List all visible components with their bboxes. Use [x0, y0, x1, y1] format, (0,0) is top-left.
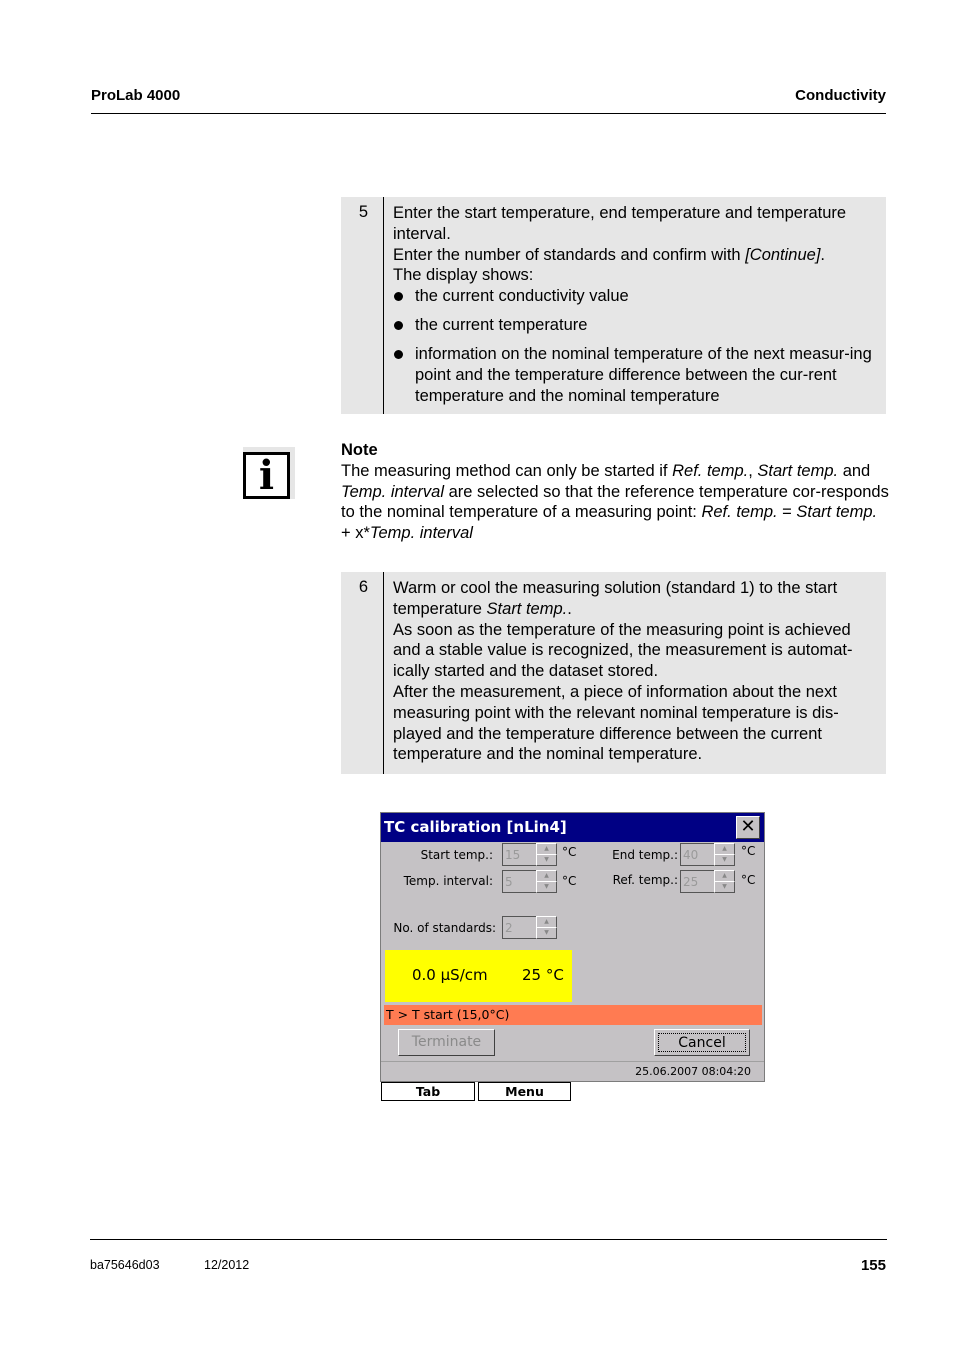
footer-date: 12/2012: [204, 1258, 250, 1272]
cancel-label: Cancel: [658, 1033, 746, 1052]
status-message: T > T start (15,0°C): [384, 1005, 762, 1025]
start-temp-spinner[interactable]: 15 ▲ ▼: [502, 843, 557, 866]
dialog-title: TC calibration [nLin4]: [381, 813, 764, 842]
measurement-readout: 0.0 µS/cm 25 °C: [385, 950, 572, 1002]
info-icon: i: [243, 447, 295, 499]
end-temp-field[interactable]: 40: [680, 843, 715, 866]
step-text: As soon as the temperature of the measur…: [393, 620, 853, 681]
temp-interval-field[interactable]: 5: [502, 870, 537, 893]
list-item: information on the nominal temperature o…: [393, 344, 878, 406]
step-5: 5 Enter the start temperature, end tempe…: [341, 197, 886, 414]
close-icon: ✕: [740, 816, 756, 837]
spin-down-icon[interactable]: ▼: [536, 927, 557, 939]
start-temp-field[interactable]: 15: [502, 843, 537, 866]
close-button[interactable]: ✕: [736, 816, 760, 839]
spin-down-icon[interactable]: ▼: [714, 881, 735, 893]
bullet-list: the current conductivity value the curre…: [393, 286, 878, 407]
conductivity-value: 0.0 µS/cm: [412, 966, 488, 984]
spin-down-icon[interactable]: ▼: [714, 854, 735, 866]
header-divider: [91, 113, 886, 114]
bullet-icon: [394, 350, 403, 360]
cancel-button[interactable]: Cancel: [654, 1029, 750, 1056]
spin-down-icon[interactable]: ▼: [536, 854, 557, 866]
step-text: The display shows:: [393, 266, 534, 285]
status-bar: 25.06.2007 08:04:20: [381, 1061, 764, 1081]
step-number: 5: [341, 197, 384, 414]
ref-temp-label: Ref. temp.:: [612, 873, 678, 887]
start-temp-label: Start temp.:: [420, 848, 493, 862]
list-item: the current conductivity value: [393, 286, 878, 307]
temp-interval-label: Temp. interval:: [403, 874, 493, 888]
temp-interval-spinner[interactable]: 5 ▲ ▼: [502, 870, 557, 893]
spin-down-icon[interactable]: ▼: [536, 881, 557, 893]
terminate-button[interactable]: Terminate: [398, 1029, 495, 1056]
list-item: the current temperature: [393, 315, 878, 336]
step-text: Enter the start temperature, end tempera…: [393, 204, 847, 243]
end-temp-spinner[interactable]: 40 ▲ ▼: [680, 843, 735, 866]
bullet-icon: [394, 321, 403, 331]
list-item-text: information on the nominal temperature o…: [415, 345, 872, 405]
temperature-value: 25 °C: [522, 966, 564, 984]
datetime: 25.06.2007 08:04:20: [635, 1065, 751, 1078]
continue-ref: [Continue]: [745, 245, 821, 264]
step-text: After the measurement, a piece of inform…: [393, 682, 839, 764]
num-standards-spinner[interactable]: 2 ▲ ▼: [502, 916, 557, 939]
page-number: 155: [860, 1257, 886, 1274]
unit-label: °C: [741, 873, 756, 887]
list-item-text: the current temperature: [415, 316, 588, 335]
num-standards-field[interactable]: 2: [502, 916, 537, 939]
note-text: The measuring method can only be started…: [341, 461, 889, 543]
step-text: Warm or cool the measuring solution (sta…: [393, 579, 838, 618]
unit-label: °C: [562, 845, 577, 859]
unit-label: °C: [741, 844, 756, 858]
step-6: 6 Warm or cool the measuring solution (s…: [341, 572, 886, 774]
tab-softkey[interactable]: Tab: [381, 1082, 475, 1101]
step-text: Enter the number of standards and confir…: [393, 245, 878, 266]
text: Enter the number of standards and confir…: [393, 245, 746, 264]
header-section: Conductivity: [795, 87, 886, 104]
step-number: 6: [341, 572, 384, 774]
header-product: ProLab 4000: [91, 87, 181, 104]
ref-temp-field[interactable]: 25: [680, 870, 715, 893]
num-standards-label: No. of standards:: [393, 921, 496, 935]
bullet-icon: [394, 292, 403, 302]
note-block: Note The measuring method can only be st…: [341, 440, 889, 544]
note-title: Note: [341, 441, 378, 459]
list-item-text: the current conductivity value: [415, 287, 629, 306]
end-temp-label: End temp.:: [612, 848, 678, 862]
unit-label: °C: [562, 874, 577, 888]
footer-divider: [90, 1239, 887, 1240]
menu-softkey[interactable]: Menu: [478, 1082, 571, 1101]
text: .: [820, 245, 825, 264]
ref-temp-spinner[interactable]: 25 ▲ ▼: [680, 870, 735, 893]
footer-doc-id: ba75646d03: [90, 1258, 160, 1272]
tc-calibration-dialog: TC calibration [nLin4] ✕ Start temp.: 15…: [380, 812, 765, 1082]
